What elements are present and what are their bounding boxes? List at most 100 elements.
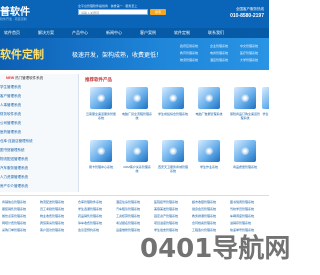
banner-category[interactable]: 教育管理系统 — [180, 51, 198, 55]
sidebar-item[interactable]: 房产中介管理系统 — [0, 184, 78, 189]
footer-link[interactable]: 设备维修管理系统 — [116, 228, 140, 232]
search-button[interactable]: 搜索 — [150, 9, 166, 15]
software-box-icon — [162, 87, 184, 109]
footer-link[interactable]: 图书借阅管理系统 — [230, 200, 254, 204]
product-card[interactable]: CRM客户关系管理系统 — [122, 140, 152, 173]
product-card[interactable]: 西安天卫服务商城管理系统 — [158, 140, 188, 173]
footer-link[interactable]: 教务排课管理系统 — [192, 214, 216, 218]
footer-link[interactable]: 物流配送管理系统 — [40, 200, 64, 204]
banner-category[interactable]: 物流管理系统 — [180, 58, 198, 62]
footer-link[interactable]: 进销存管理系统 — [230, 221, 251, 225]
software-box-icon — [234, 140, 256, 162]
product-name: 云客服全渠道服务智能系统 — [86, 112, 117, 120]
footer-link[interactable]: 固定资产管理系统 — [154, 214, 178, 218]
nav-item[interactable]: 软件定制 — [174, 30, 190, 36]
sidebar-item[interactable]: 物流配送管理系统 — [0, 157, 78, 162]
footer-link[interactable]: 宾馆客房管理系统 — [40, 221, 64, 225]
product-name: 电脑厂数据管理系统 — [195, 112, 223, 116]
footer-link[interactable]: 驾校学员管理系统 — [230, 207, 254, 211]
product-name: CRM客户关系管理系统 — [123, 165, 151, 173]
product-name: 保险商品订购全渠道管理系统 — [230, 112, 261, 120]
sidebar: NEW 热门管理软件系统 学生管理系统 客户管理系统 人事管理系统 财务软件系统… — [0, 74, 79, 192]
footer-link[interactable]: 合同档案管理系统 — [192, 221, 216, 225]
promo-banner[interactable]: 软件定制 极速开发，架构成熟，收费更低！ 政府应用系统 企业管理系统 中文管理系… — [0, 38, 269, 70]
banner-category[interactable]: 电商管理系统 — [210, 51, 228, 55]
product-card[interactable]: 保险商品订购全渠道管理系统 — [230, 87, 260, 120]
footer-link[interactable]: 药品销售管理系统 — [78, 214, 102, 218]
banner-category[interactable]: 医疗管理系统 — [240, 51, 258, 55]
logo-subtitle: 软件开发 · 项目定制 — [0, 17, 27, 21]
hotline-label: 全国客户服务热线 — [236, 7, 264, 11]
nav-item[interactable]: 解决方案 — [38, 30, 54, 36]
software-box-icon — [198, 140, 220, 162]
nav-item[interactable]: 客户案例 — [140, 30, 156, 36]
footer-link[interactable]: 会议室预约系统 — [78, 228, 99, 232]
banner-category[interactable]: 企业管理系统 — [210, 44, 228, 48]
footer-link[interactable]: 汽车租赁管理系统 — [116, 207, 140, 211]
sidebar-heading: NEW 热门管理软件系统 — [6, 76, 43, 81]
product-card[interactable]: 刷卡管理中心系统 — [86, 140, 116, 169]
sidebar-item[interactable]: 财务软件系统 — [0, 112, 78, 117]
banner-category[interactable]: 中文管理系统 — [240, 44, 258, 48]
sidebar-item[interactable]: 医药管理系统 — [0, 130, 78, 135]
sidebar-item[interactable]: 人事管理系统 — [0, 103, 78, 108]
footer-link[interactable]: 采购订单管理系统 — [2, 228, 26, 232]
footer-link[interactable]: 仓库管理软件系统 — [78, 200, 102, 204]
product-card[interactable]: 学生作业系统 — [194, 140, 224, 169]
product-card[interactable]: 学生成绩综合管理系统 — [158, 87, 188, 116]
footer-link[interactable]: 服装销售管理系统 — [2, 207, 26, 211]
footer-link[interactable]: 商铺信息管理系统 — [2, 200, 26, 204]
product-card[interactable]: 商品质量管理系统 — [230, 140, 260, 169]
footer-link[interactable]: 停车收费管理系统 — [78, 221, 102, 225]
product-name: 学生 — [262, 112, 269, 116]
product-card[interactable]: 学生 — [262, 87, 269, 116]
nav-item[interactable]: 联系我们 — [208, 30, 224, 36]
software-box-icon — [198, 87, 220, 109]
software-box-icon — [162, 140, 184, 162]
footer-link[interactable]: 酒店住房管理系统 — [116, 200, 140, 204]
sidebar-item[interactable]: 汽车服务管理系统 — [0, 166, 78, 171]
product-card[interactable]: 电脑厂货全流程管理系统 — [122, 87, 152, 120]
product-name: 商品质量管理系统 — [232, 165, 257, 169]
footer-link[interactable]: 考试报名管理系统 — [116, 221, 140, 225]
sidebar-item[interactable]: 图书馆管理系统 — [0, 148, 78, 153]
footer-link[interactable]: 车辆调度管理系统 — [230, 214, 254, 218]
software-box-icon — [126, 140, 148, 162]
footer-link[interactable]: 餐饮点菜管理系统 — [2, 214, 26, 218]
software-box-icon — [126, 87, 148, 109]
sidebar-item[interactable]: 仓库·连锁店管理系统 — [0, 139, 78, 144]
footer-link[interactable]: 医院挂号管理系统 — [154, 200, 178, 204]
footer-link[interactable]: 超市收银管理系统 — [192, 200, 216, 204]
product-name: 西安天卫服务商城管理系统 — [158, 165, 189, 173]
footer-link[interactable]: 员工考勤管理系统 — [40, 207, 64, 211]
footer-link[interactable]: 网吧计费管理系统 — [2, 221, 26, 225]
footer-link[interactable]: 美容美发管理系统 — [154, 207, 178, 211]
footer-link[interactable]: 工资核算管理系统 — [116, 214, 140, 218]
nav-item[interactable]: 新闻中心 — [106, 30, 122, 36]
banner-text: 极速开发，架构成熟，收费更低！ — [72, 53, 163, 59]
software-box-icon — [262, 87, 269, 109]
sidebar-heading-text: 热门管理软件系统 — [15, 76, 44, 80]
banner-category[interactable]: 酒店管理系统 — [210, 58, 228, 62]
banner-category[interactable]: 大学管理系统 — [240, 58, 258, 62]
nav-item[interactable]: 软件首页 — [4, 30, 20, 36]
footer-link[interactable]: 物业收费管理系统 — [40, 214, 64, 218]
top-header: 普软件 软件开发 · 项目定制 全平台管理软件提供商 · 信誉第一 · 服务至上… — [0, 0, 269, 28]
footer-link[interactable]: 学生选课管理系统 — [78, 207, 102, 211]
sidebar-item[interactable]: 学生管理系统 — [0, 85, 78, 90]
footer-link[interactable]: 项目进度管理系统 — [154, 221, 178, 225]
sidebar-item[interactable]: 公司管理系统 — [0, 121, 78, 126]
banner-category[interactable]: 政府应用系统 — [180, 44, 198, 48]
sidebar-item[interactable]: 客户管理系统 — [0, 94, 78, 99]
hotline-number: 010-8580-2197 — [230, 13, 264, 19]
nav-item[interactable]: 产品中心 — [72, 30, 88, 36]
footer-link[interactable]: 健身会员管理系统 — [192, 207, 216, 211]
sidebar-item[interactable]: 人力资源管理系统 — [0, 175, 78, 180]
footer-link[interactable]: 客户回访管理系统 — [40, 228, 64, 232]
product-card[interactable]: 电脑厂数据管理系统 — [194, 87, 224, 116]
search-input[interactable]: 请输入关键词 — [78, 9, 148, 15]
product-card[interactable]: 云客服全渠道服务智能系统 — [86, 87, 116, 120]
site-logo[interactable]: 普软件 — [0, 3, 30, 18]
watermark: 0401导航网 — [140, 234, 291, 264]
product-name: 学生作业系统 — [199, 165, 218, 169]
